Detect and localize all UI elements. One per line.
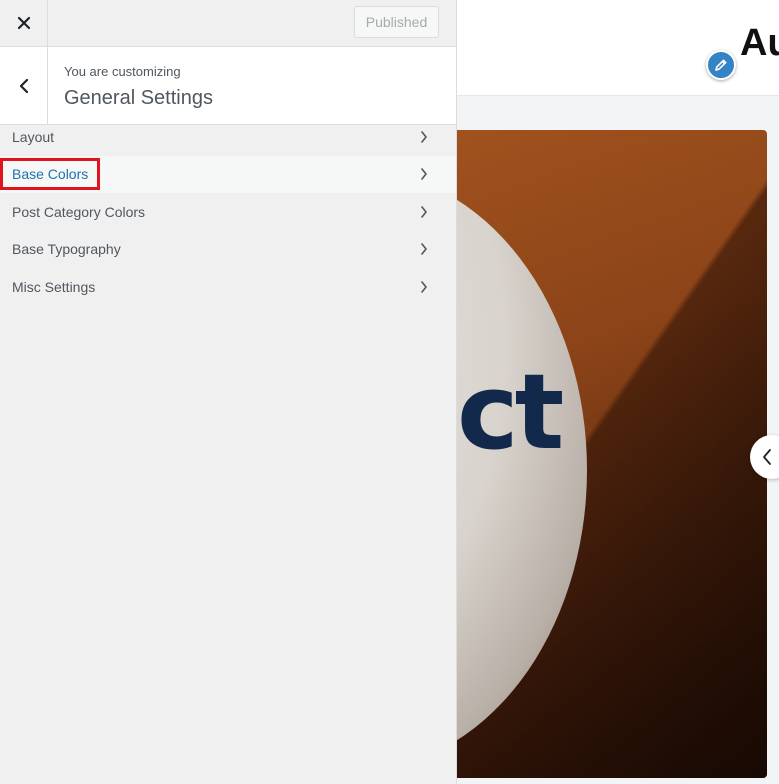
- hero-image: ct: [457, 130, 767, 778]
- menu-item-label: Base Colors: [0, 158, 101, 191]
- publish-button[interactable]: Published: [354, 6, 439, 38]
- menu-item-label: Base Typography: [12, 241, 121, 258]
- section-title: General Settings: [64, 87, 213, 109]
- customizer-sidebar: Published You are customizing General Se…: [0, 0, 457, 784]
- menu-item-post-category-colors[interactable]: Post Category Colors: [0, 193, 456, 231]
- pencil-icon: [715, 59, 727, 71]
- close-icon: [17, 16, 30, 30]
- menu-item-base-typography[interactable]: Base Typography: [0, 231, 456, 269]
- chevron-left-icon: [19, 78, 28, 93]
- hero-image-text: ct: [457, 351, 564, 473]
- menu-item-label: Layout: [12, 128, 55, 145]
- chevron-right-icon: [418, 205, 430, 218]
- chevron-right-icon: [418, 280, 430, 293]
- menu-item-label: Post Category Colors: [12, 203, 146, 220]
- chevron-left-icon: [763, 449, 771, 465]
- chevron-right-icon: [418, 168, 430, 181]
- chevron-right-icon: [418, 130, 430, 143]
- menu-item-label: Misc Settings: [12, 278, 96, 295]
- section-header: You are customizing General Settings: [0, 47, 456, 125]
- customizer-topbar: Published: [0, 0, 456, 47]
- close-button[interactable]: [0, 0, 48, 46]
- menu-item-layout[interactable]: Layout: [0, 118, 456, 156]
- customizing-label: You are customizing: [64, 64, 181, 79]
- back-button[interactable]: [0, 47, 48, 124]
- preview-site-header: Au: [457, 0, 779, 96]
- edit-shortcut-button[interactable]: [706, 50, 736, 80]
- menu-item-base-colors[interactable]: Base Colors: [0, 155, 456, 193]
- menu-item-misc-settings[interactable]: Misc Settings: [0, 268, 456, 306]
- chevron-right-icon: [418, 243, 430, 256]
- site-title[interactable]: Au: [740, 22, 779, 65]
- section-menu: Layout Base Colors Post Category Colors …: [0, 129, 456, 330]
